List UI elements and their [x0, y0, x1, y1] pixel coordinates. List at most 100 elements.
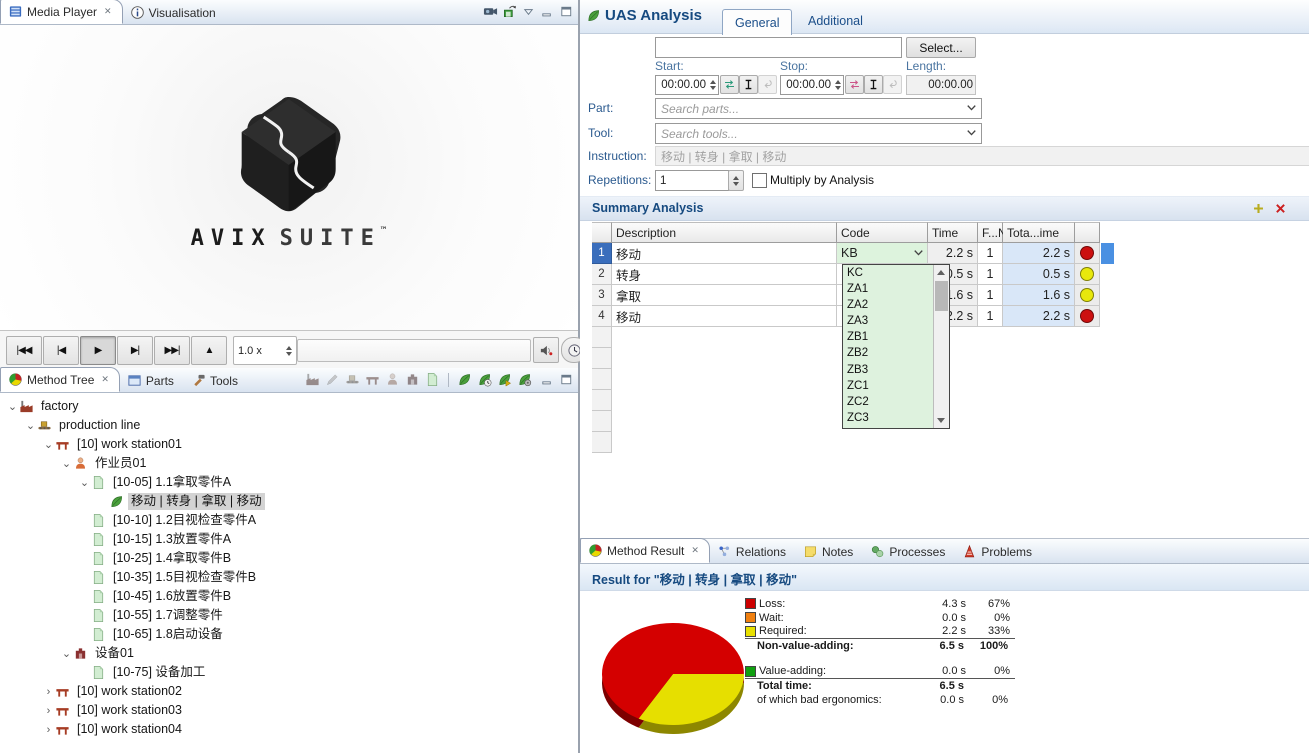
playback-speed-spinner[interactable]: 1.0 x — [233, 336, 297, 365]
play-button[interactable]: ▶ — [80, 336, 116, 365]
description-cell[interactable]: 转身 — [612, 264, 837, 285]
close-icon[interactable]: ✕ — [691, 545, 699, 556]
stop-spin-arrows[interactable] — [835, 80, 841, 90]
empty-row-number[interactable] — [592, 411, 612, 432]
chevron-down-icon[interactable] — [964, 100, 979, 115]
multiply-by-analysis-checkbox[interactable] — [752, 173, 767, 188]
code-combobox[interactable]: KB — [837, 243, 928, 264]
column-header-Tota...ime[interactable]: Tota...ime — [1003, 222, 1075, 243]
step-back-button[interactable]: |◀ — [43, 336, 79, 365]
tree-item[interactable]: ⌄作业员01 — [0, 454, 578, 473]
tree-item[interactable]: [10-25] 1.4拿取零件B — [0, 549, 578, 568]
tree-item[interactable]: ⌄[10] work station01 — [0, 435, 578, 454]
code-option[interactable]: KC — [843, 265, 935, 281]
tab-additional[interactable]: Additional — [796, 9, 875, 33]
tree-item[interactable]: [10-15] 1.3放置零件A — [0, 530, 578, 549]
tree-chevron-icon[interactable]: › — [42, 724, 55, 736]
operator-icon[interactable] — [385, 372, 400, 387]
factory-icon[interactable] — [305, 372, 320, 387]
row-number[interactable]: 1 — [592, 243, 612, 264]
tab-method-tree[interactable]: Method Tree ✕ — [0, 367, 120, 392]
maximize-icon[interactable] — [559, 4, 574, 19]
tree-item[interactable]: ⌄factory — [0, 397, 578, 416]
seek-bar[interactable] — [297, 339, 531, 362]
code-option[interactable]: ZC1 — [843, 378, 935, 394]
start-reset-button[interactable] — [758, 75, 777, 94]
tab-notes[interactable]: Notes — [796, 540, 863, 563]
tree-item[interactable]: 移动 | 转身 | 拿取 | 移动 — [0, 492, 578, 511]
skip-to-start-button[interactable]: |◀◀ — [6, 336, 42, 365]
tree-chevron-icon[interactable]: ⌄ — [60, 457, 73, 470]
workstation-icon[interactable] — [365, 372, 380, 387]
tree-item[interactable]: ›[10] work station03 — [0, 701, 578, 720]
start-marker-button[interactable] — [739, 75, 758, 94]
tree-chevron-icon[interactable]: ⌄ — [42, 438, 55, 451]
tree-item[interactable]: [10-65] 1.8启动设备 — [0, 625, 578, 644]
tab-tools[interactable]: Tools — [184, 369, 248, 392]
document-icon[interactable] — [425, 372, 440, 387]
tool-combobox[interactable]: Search tools... — [655, 123, 982, 144]
code-option[interactable]: ZA2 — [843, 297, 935, 313]
delete-row-icon[interactable] — [1274, 202, 1287, 215]
tab-processes[interactable]: Processes — [863, 540, 955, 563]
start-from-video-button[interactable] — [720, 75, 739, 94]
tree-item[interactable]: ⌄production line — [0, 416, 578, 435]
leaf-icon[interactable] — [457, 372, 472, 387]
scroll-down-arrow-icon[interactable] — [937, 418, 945, 423]
maximize-icon[interactable] — [559, 372, 574, 387]
close-icon[interactable]: ✕ — [104, 6, 112, 17]
code-option[interactable]: ZA1 — [843, 281, 935, 297]
tree-item[interactable]: [10-35] 1.5目视检查零件B — [0, 568, 578, 587]
repetitions-input[interactable]: 1 — [655, 170, 729, 191]
scroll-up-arrow-icon[interactable] — [937, 270, 945, 275]
pencil-icon[interactable] — [325, 372, 340, 387]
frequency-cell[interactable]: 1 — [978, 243, 1003, 264]
tree-chevron-icon[interactable]: › — [42, 705, 55, 717]
tab-parts[interactable]: Parts — [120, 369, 184, 392]
dropdown-scrollbar[interactable] — [933, 265, 949, 428]
skip-to-end-button[interactable]: ▶▶| — [154, 336, 190, 365]
tree-chevron-icon[interactable]: ⌄ — [78, 476, 91, 489]
tree-item[interactable]: ›[10] work station04 — [0, 720, 578, 739]
empty-row-number[interactable] — [592, 348, 612, 369]
column-header-Code[interactable]: Code — [837, 222, 928, 243]
code-option[interactable]: ZC2 — [843, 394, 935, 410]
tab-general[interactable]: General — [722, 9, 792, 35]
code-option[interactable]: ZB3 — [843, 362, 935, 378]
empty-row-number[interactable] — [592, 327, 612, 348]
machine-icon[interactable] — [405, 372, 420, 387]
add-row-icon[interactable] — [1252, 202, 1265, 215]
part-combobox[interactable]: Search parts... — [655, 98, 982, 119]
tree-chevron-icon[interactable]: ⌄ — [60, 647, 73, 660]
select-button[interactable]: Select... — [906, 37, 976, 58]
description-cell[interactable]: 移动 — [612, 243, 837, 264]
column-header-F...N[interactable]: F...N — [978, 222, 1003, 243]
empty-row-number[interactable] — [592, 390, 612, 411]
volume-button[interactable] — [533, 337, 559, 363]
stop-time-input[interactable]: 00:00.00 — [780, 75, 844, 95]
column-header-blank[interactable] — [1075, 222, 1100, 243]
tab-media-player[interactable]: Media Player ✕ — [0, 0, 123, 24]
close-icon[interactable]: ✕ — [101, 374, 109, 385]
tab-visualisation[interactable]: Visualisation — [123, 1, 226, 24]
stop-marker-button[interactable] — [864, 75, 883, 94]
frequency-cell[interactable]: 1 — [978, 264, 1003, 285]
tree-item[interactable]: ⌄[10-05] 1.1拿取零件A — [0, 473, 578, 492]
tree-item[interactable]: ⌄设备01 — [0, 644, 578, 663]
column-header-Time[interactable]: Time — [928, 222, 978, 243]
tree-item[interactable]: [10-75] 设备加工 — [0, 663, 578, 682]
scrollbar-thumb[interactable] — [935, 281, 948, 311]
view-menu-icon[interactable] — [521, 4, 536, 19]
empty-row-number[interactable] — [592, 369, 612, 390]
code-option[interactable]: ZA3 — [843, 313, 935, 329]
stop-from-video-button[interactable] — [845, 75, 864, 94]
code-option[interactable]: ZB1 — [843, 329, 935, 345]
step-forward-button[interactable]: ▶| — [117, 336, 153, 365]
production-line-icon[interactable] — [345, 372, 360, 387]
tree-chevron-icon[interactable]: ⌄ — [6, 400, 19, 413]
tree-item[interactable]: [10-10] 1.2目视检查零件A — [0, 511, 578, 530]
tab-method-result[interactable]: Method Result ✕ — [580, 538, 710, 563]
row-number[interactable]: 2 — [592, 264, 612, 285]
chevron-down-icon[interactable] — [911, 245, 926, 260]
leaf-clock-icon[interactable] — [477, 372, 492, 387]
